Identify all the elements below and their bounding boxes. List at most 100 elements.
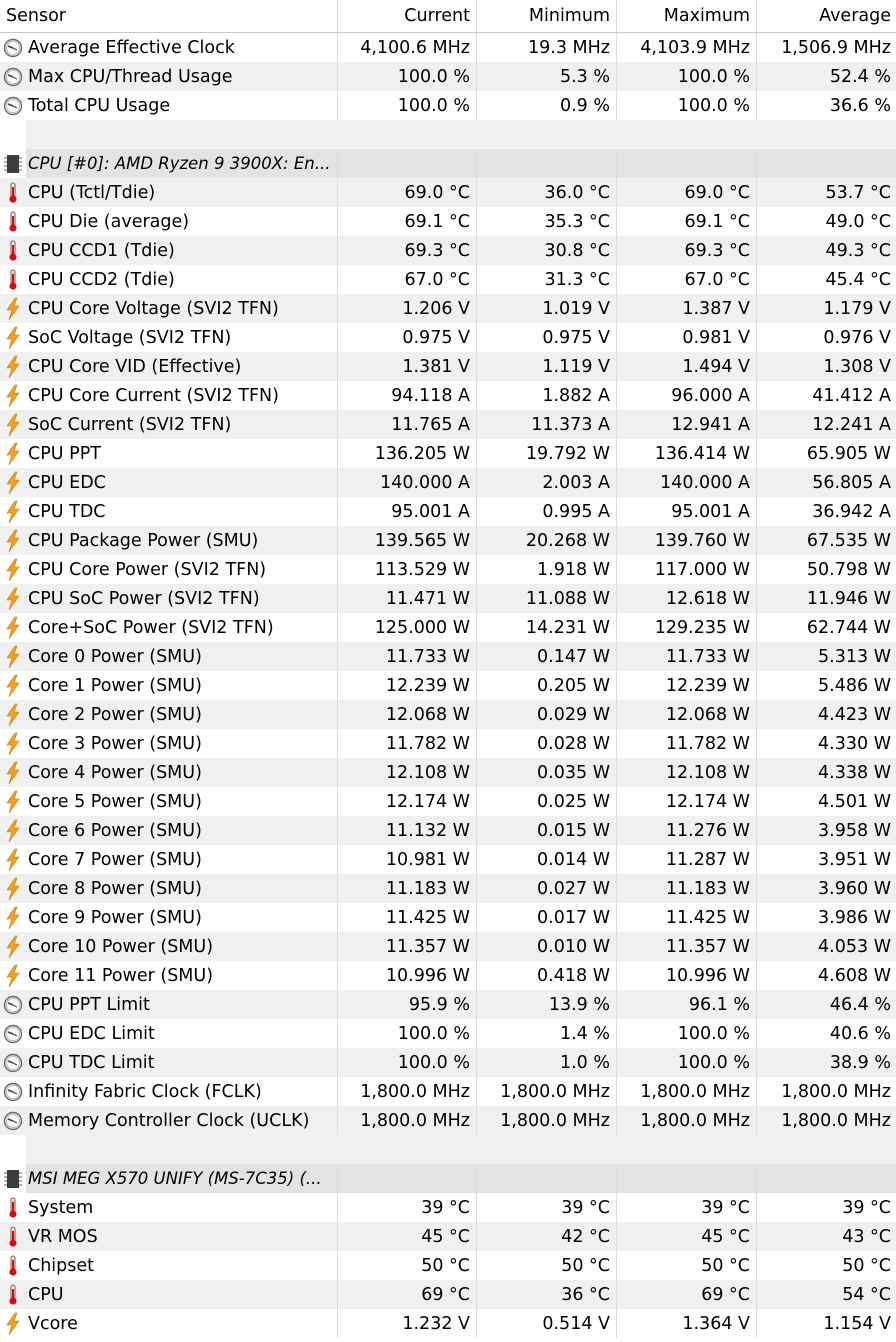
sensor-row[interactable]: Infinity Fabric Clock (FCLK) 1,800.0 MHz 1… <box>0 1077 896 1106</box>
sensor-row[interactable]: Core 10 Power (SMU) 11.357 W 0.010 W 11.357… <box>0 932 896 961</box>
sensor-row[interactable]: CPU SoC Power (SVI2 TFN) 11.471 W 11.088 W… <box>0 584 896 613</box>
minimum-value <box>477 149 617 178</box>
current-value: 95.001 A <box>338 497 477 526</box>
column-header-sensor[interactable]: Sensor <box>0 0 338 32</box>
column-header-maximum[interactable]: Maximum <box>617 0 757 32</box>
sensor-name: Core 5 Power (SMU) <box>28 791 202 812</box>
sensor-row[interactable]: CPU TDC Limit 100.0 % 1.0 % 100.0 % 38.9 % <box>0 1048 896 1077</box>
sensor-row[interactable]: Core 9 Power (SMU) 11.425 W 0.017 W 11.425 … <box>0 903 896 932</box>
sensor-row[interactable]: Core 1 Power (SMU) 12.239 W 0.205 W 12.239 … <box>0 671 896 700</box>
current-value: 100.0 % <box>338 91 477 120</box>
lightning-icon <box>0 442 26 466</box>
sensor-row[interactable]: Memory Controller Clock (UCLK) 1,800.0 MH… <box>0 1106 896 1135</box>
sensor-row[interactable]: Total CPU Usage 100.0 % 0.9 % 100.0 % 36.6 % <box>0 91 896 120</box>
sensor-row[interactable]: CPU 69 °C 36 °C 69 °C 54 °C <box>0 1280 896 1309</box>
minimum-value: 0.9 % <box>477 91 617 120</box>
minimum-value: 19.3 MHz <box>477 33 617 62</box>
sensor-name: Average Effective Clock <box>28 37 235 58</box>
average-value: 1.179 V <box>823 298 891 319</box>
sensor-row[interactable]: CPU EDC Limit 100.0 % 1.4 % 100.0 % 40.6 % <box>0 1019 896 1048</box>
sensor-row[interactable]: SoC Voltage (SVI2 TFN) 0.975 V 0.975 V 0.98… <box>0 323 896 352</box>
sensor-name-cell: Memory Controller Clock (UCLK) <box>0 1106 338 1135</box>
sensor-row[interactable]: Core+SoC Power (SVI2 TFN) 125.000 W 14.231… <box>0 613 896 642</box>
sensor-row[interactable]: Vcore 1.232 V 0.514 V 1.364 V 1.154 V <box>0 1309 896 1338</box>
maximum-value: 69.1 °C <box>617 207 757 236</box>
lightning-icon <box>0 297 26 321</box>
sensor-row[interactable]: Core 7 Power (SMU) 10.981 W 0.014 W 11.287 … <box>0 845 896 874</box>
lightning-icon <box>0 761 26 785</box>
clock-icon <box>0 67 26 87</box>
column-header-minimum[interactable]: Minimum <box>477 0 617 32</box>
sensor-name-cell: CPU Core Power (SVI2 TFN) <box>0 555 338 584</box>
maximum-value: 10.996 W <box>617 961 757 990</box>
sensor-name: CPU Core VID (Effective) <box>28 356 242 377</box>
sensor-row[interactable]: CPU Die (average) 69.1 °C 35.3 °C 69.1 °C 49… <box>0 207 896 236</box>
minimum-value: 42 °C <box>477 1222 617 1251</box>
sensor-row[interactable]: Core 0 Power (SMU) 11.733 W 0.147 W 11.733 … <box>0 642 896 671</box>
sensor-name-cell: Core 10 Power (SMU) <box>0 932 338 961</box>
sensor-row[interactable]: CPU CCD1 (Tdie) 69.3 °C 30.8 °C 69.3 °C 49.3… <box>0 236 896 265</box>
minimum-value: 1,800.0 MHz <box>477 1106 617 1135</box>
sensor-row[interactable]: Core 6 Power (SMU) 11.132 W 0.015 W 11.276 … <box>0 816 896 845</box>
current-value: 11.471 W <box>338 584 477 613</box>
current-value: 94.118 A <box>338 381 477 410</box>
sensor-name-cell: CPU TDC Limit <box>0 1048 338 1077</box>
lightning-icon <box>0 413 26 437</box>
maximum-value: 95.001 A <box>617 497 757 526</box>
sensor-row[interactable]: CPU Core Voltage (SVI2 TFN) 1.206 V 1.019 … <box>0 294 896 323</box>
column-header-average[interactable]: Average <box>757 0 896 32</box>
current-value: 10.996 W <box>338 961 477 990</box>
sensor-row[interactable]: CPU EDC 140.000 A 2.003 A 140.000 A 56.805 A <box>0 468 896 497</box>
sensor-name-cell: CPU CCD1 (Tdie) <box>0 236 338 265</box>
current-value <box>338 1164 477 1193</box>
sensor-row[interactable]: Chipset 50 °C 50 °C 50 °C 50 °C <box>0 1251 896 1280</box>
sensor-row[interactable]: VR MOS 45 °C 42 °C 45 °C 43 °C <box>0 1222 896 1251</box>
average-value: 65.905 W <box>806 443 891 464</box>
average-value: 3.958 W <box>818 820 891 841</box>
sensor-row[interactable]: SoC Current (SVI2 TFN) 11.765 A 11.373 A 12… <box>0 410 896 439</box>
average-value: 38.9 % <box>829 1052 891 1073</box>
sensor-row[interactable]: CPU PPT Limit 95.9 % 13.9 % 96.1 % 46.4 % <box>0 990 896 1019</box>
sensor-row[interactable]: Average Effective Clock 4,100.6 MHz 19.3 M… <box>0 33 896 62</box>
sensor-row[interactable]: CPU CCD2 (Tdie) 67.0 °C 31.3 °C 67.0 °C 45.4… <box>0 265 896 294</box>
sensor-row[interactable]: Core 2 Power (SMU) 12.068 W 0.029 W 12.068 … <box>0 700 896 729</box>
current-value: 136.205 W <box>338 439 477 468</box>
thermometer-icon <box>0 240 26 262</box>
sensor-row[interactable]: Core 11 Power (SMU) 10.996 W 0.418 W 10.996… <box>0 961 896 990</box>
current-value: 69.0 °C <box>338 178 477 207</box>
sensor-row[interactable]: CPU Core Current (SVI2 TFN) 94.118 A 1.882… <box>0 381 896 410</box>
sensor-name-cell: Vcore <box>0 1309 338 1338</box>
average-value: 1.308 V <box>823 356 891 377</box>
minimum-value: 1.882 A <box>477 381 617 410</box>
sensor-row[interactable]: Max CPU/Thread Usage 100.0 % 5.3 % 100.0 % 5… <box>0 62 896 91</box>
minimum-value: 0.029 W <box>477 700 617 729</box>
sensor-row[interactable]: CPU Package Power (SMU) 139.565 W 20.268 W… <box>0 526 896 555</box>
column-header-current[interactable]: Current <box>338 0 477 32</box>
sensor-name: Core 8 Power (SMU) <box>28 878 202 899</box>
sensor-row[interactable]: Core 8 Power (SMU) 11.183 W 0.027 W 11.183 … <box>0 874 896 903</box>
sensor-row[interactable]: Core 3 Power (SMU) 11.782 W 0.028 W 11.782 … <box>0 729 896 758</box>
sensor-row[interactable]: CPU Core VID (Effective) 1.381 V 1.119 V 1.… <box>0 352 896 381</box>
sensor-row[interactable]: CPU TDC 95.001 A 0.995 A 95.001 A 36.942 A <box>0 497 896 526</box>
sensor-row[interactable]: Core 5 Power (SMU) 12.174 W 0.025 W 12.174 … <box>0 787 896 816</box>
sensor-row[interactable]: System 39 °C 39 °C 39 °C 39 °C <box>0 1193 896 1222</box>
minimum-value: 0.014 W <box>477 845 617 874</box>
sensor-row[interactable]: Core 4 Power (SMU) 12.108 W 0.035 W 12.108 … <box>0 758 896 787</box>
sensor-row[interactable]: CPU PPT 136.205 W 19.792 W 136.414 W 65.905 … <box>0 439 896 468</box>
thermometer-icon <box>0 1284 26 1306</box>
average-value: 4.330 W <box>818 733 891 754</box>
sensor-row[interactable]: CPU (Tctl/Tdie) 69.0 °C 36.0 °C 69.0 °C 53.7… <box>0 178 896 207</box>
lightning-icon <box>0 384 26 408</box>
current-value: 140.000 A <box>338 468 477 497</box>
group-header-row[interactable]: MSI MEG X570 UNIFY (MS-7C35) (... <box>0 1164 896 1193</box>
lightning-icon <box>0 935 26 959</box>
minimum-value: 0.205 W <box>477 671 617 700</box>
group-header-row[interactable]: CPU [#0]: AMD Ryzen 9 3900X: En... <box>0 149 896 178</box>
minimum-value <box>477 1164 617 1193</box>
lightning-icon <box>0 616 26 640</box>
sensor-name: SoC Voltage (SVI2 TFN) <box>28 327 232 348</box>
maximum-value: 50 °C <box>617 1251 757 1280</box>
current-value: 12.174 W <box>338 787 477 816</box>
average-value: 46.4 % <box>829 994 891 1015</box>
sensor-row[interactable]: CPU Core Power (SVI2 TFN) 113.529 W 1.918 … <box>0 555 896 584</box>
